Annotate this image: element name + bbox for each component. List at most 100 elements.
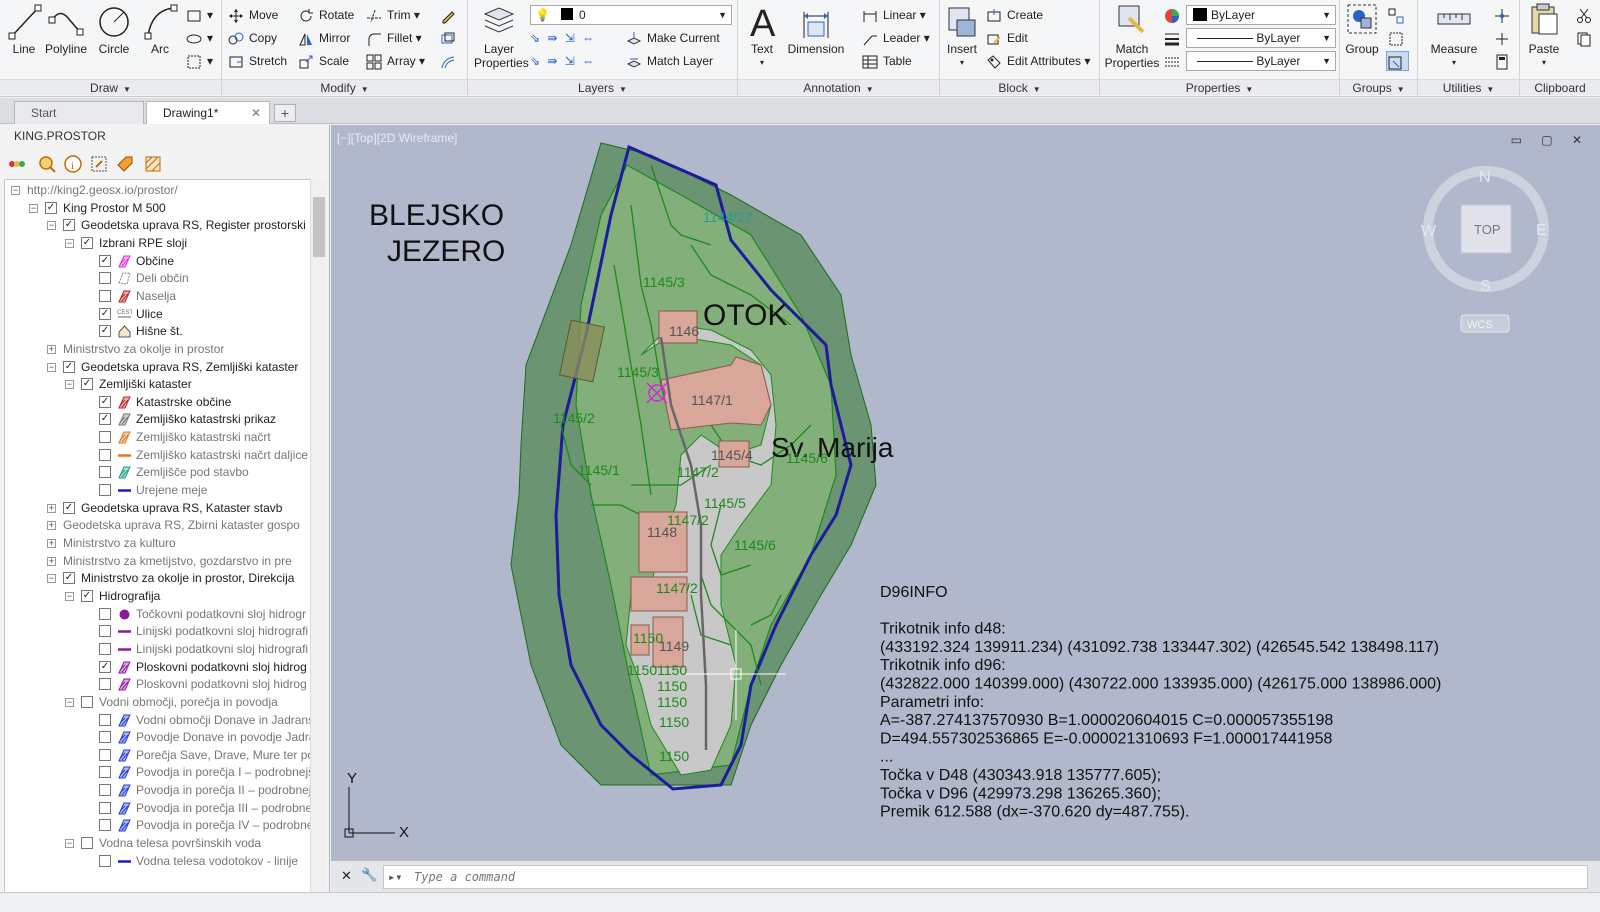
- new-tab-button[interactable]: +: [274, 104, 296, 122]
- tree-row[interactable]: ✓ Občine: [5, 253, 315, 270]
- explode-button[interactable]: [440, 28, 461, 48]
- tree-row[interactable]: − ✓ Zemljiški kataster: [5, 376, 315, 393]
- collapse-icon[interactable]: −: [47, 574, 56, 584]
- tree-row[interactable]: Porečja Save, Drave, Mure ter pov: [5, 747, 320, 764]
- tree-row[interactable]: ✓ Hišne št.: [5, 323, 315, 340]
- trim-button[interactable]: Trim ▾: [366, 5, 420, 25]
- tree-row[interactable]: Povodja in porečja II – podrobnej: [5, 782, 315, 799]
- tree-row[interactable]: − Vodna telesa površinskih voda: [5, 835, 315, 852]
- tree-row[interactable]: − ✓ Geodetska uprava RS, Zemljiški kataste…: [5, 359, 315, 376]
- tree-row[interactable]: + Ministrstvo za kmetijstvo, gozdarstvo i…: [5, 553, 315, 570]
- layers-panel-title[interactable]: Layers ▼: [468, 79, 737, 95]
- layer-checkbox[interactable]: [99, 748, 111, 761]
- tree-row[interactable]: ✓ Zemljiško katastrski prikaz: [5, 411, 315, 428]
- move-button[interactable]: Move: [228, 5, 278, 25]
- layer-checkbox[interactable]: ✓: [99, 660, 111, 673]
- group-selection-toggle[interactable]: [1386, 51, 1409, 71]
- layer-tools-row-1[interactable]: ⇘ ⇛ ⇲ ⇔: [530, 28, 596, 48]
- tab-start[interactable]: Start: [14, 101, 144, 124]
- tree-row[interactable]: Povodja in porečja I – podrobnejš: [5, 764, 315, 781]
- lineweight-dropdown[interactable]: ByLayer ▼: [1186, 28, 1336, 48]
- tree-row[interactable]: + Ministrstvo za okolje in prostor: [5, 341, 315, 358]
- tree-row[interactable]: Deli občin: [5, 270, 315, 287]
- layer-checkbox[interactable]: ✓: [99, 413, 111, 426]
- layer-checkbox[interactable]: [81, 837, 93, 850]
- tree-row[interactable]: Vodna telesa vodotokov - linije: [5, 853, 315, 870]
- close-icon[interactable]: ✕: [341, 868, 352, 884]
- layer-checkbox[interactable]: ✓: [99, 254, 111, 267]
- tree-row[interactable]: Povodje Donave in povodje Jadra: [5, 729, 315, 746]
- collapse-icon[interactable]: −: [11, 186, 20, 195]
- layer-checkbox[interactable]: [99, 431, 111, 444]
- tab-drawing1[interactable]: Drawing1* ✕: [146, 101, 270, 124]
- tree-row[interactable]: ✓ Ploskovni podatkovni sloj hidrog: [5, 659, 315, 676]
- expand-icon[interactable]: +: [47, 521, 56, 531]
- layer-checkbox[interactable]: [99, 448, 111, 461]
- modify-panel-title[interactable]: Modify ▼: [222, 79, 467, 95]
- properties-panel-title[interactable]: Properties ▼: [1100, 79, 1339, 95]
- id-point-button[interactable]: [1494, 5, 1515, 25]
- tree-row[interactable]: Zemljiško katastrski načrt daljice: [5, 447, 315, 464]
- ellipse-button[interactable]: ▾: [186, 28, 213, 48]
- layer-checkbox[interactable]: ✓: [99, 395, 111, 408]
- draw-panel-title[interactable]: Draw ▼: [0, 79, 221, 95]
- command-input[interactable]: ▸▾ Type a command: [383, 865, 1588, 889]
- layer-checkbox[interactable]: [99, 642, 111, 655]
- scale-button[interactable]: Scale: [298, 51, 349, 71]
- layer-checkbox[interactable]: ✓: [45, 201, 57, 214]
- layer-checkbox[interactable]: ✓: [81, 589, 93, 602]
- copy-clip-button[interactable]: [1576, 28, 1597, 48]
- tree-row[interactable]: − ✓ Ministrstvo za okolje in prostor, Dire…: [5, 570, 315, 587]
- collapse-icon[interactable]: −: [65, 697, 74, 707]
- collapse-icon[interactable]: −: [47, 362, 56, 372]
- tree-row[interactable]: − ✓ Izbrani RPE sloji: [5, 235, 315, 252]
- layer-checkbox[interactable]: [99, 289, 111, 302]
- layer-checkbox[interactable]: [99, 678, 111, 691]
- collapse-icon[interactable]: −: [29, 203, 38, 213]
- measure-button[interactable]: Measure ▾: [1426, 2, 1482, 70]
- layer-dropdown[interactable]: 💡 0 ▼: [530, 5, 732, 25]
- collapse-icon[interactable]: −: [65, 238, 74, 248]
- tree-row[interactable]: − ✓ Hidrografija: [5, 588, 315, 605]
- layer-checkbox[interactable]: [99, 607, 111, 620]
- close-tab-icon[interactable]: ✕: [251, 102, 261, 124]
- locate-point-button[interactable]: [1494, 28, 1515, 48]
- block-panel-title[interactable]: Block ▼: [940, 79, 1099, 95]
- copy-button[interactable]: Copy: [228, 28, 277, 48]
- dimension-button[interactable]: Dimension: [784, 2, 848, 56]
- tree-row[interactable]: Povodja in porečja III – podrobne: [5, 800, 315, 817]
- layer-checkbox[interactable]: ✓: [63, 360, 75, 373]
- layer-checkbox[interactable]: ✓: [63, 572, 75, 585]
- layer-checkbox[interactable]: [99, 731, 111, 744]
- layer-checkbox[interactable]: ✓: [81, 236, 93, 249]
- collapse-icon[interactable]: −: [65, 839, 74, 849]
- collapse-icon[interactable]: −: [65, 591, 74, 601]
- text-button[interactable]: A Text ▾: [744, 2, 780, 70]
- layer-checkbox[interactable]: [99, 484, 111, 497]
- tree-vertical-scrollbar[interactable]: [310, 179, 326, 893]
- rectangle-button[interactable]: ▾: [186, 5, 213, 25]
- layer-checkbox[interactable]: ✓: [81, 378, 93, 391]
- layer-checkbox[interactable]: [99, 766, 111, 779]
- tree-row[interactable]: Ploskovni podatkovni sloj hidrog: [5, 676, 315, 693]
- tree-row[interactable]: − ✓ Geodetska uprava RS, Register prostors…: [5, 217, 315, 234]
- tree-row[interactable]: + Geodetska uprava RS, Zbirni kataster go…: [5, 517, 315, 534]
- tree-row[interactable]: Naselja: [5, 288, 315, 305]
- expand-icon[interactable]: +: [47, 539, 56, 548]
- select-area-icon[interactable]: [90, 155, 108, 173]
- tree-row[interactable]: Zemljišče pod stavbo: [5, 464, 315, 481]
- create-block-button[interactable]: Create: [986, 5, 1043, 25]
- traffic-light-icon[interactable]: [8, 155, 26, 173]
- mirror-button[interactable]: Mirror: [298, 28, 350, 48]
- tree-row[interactable]: Zemljiško katastrski načrt: [5, 429, 315, 446]
- layer-checkbox[interactable]: [99, 625, 111, 638]
- erase-button[interactable]: [440, 5, 461, 25]
- groups-panel-title[interactable]: Groups ▼: [1340, 79, 1417, 95]
- tree-row[interactable]: ✓ CEST Ulice: [5, 306, 315, 323]
- tree-row[interactable]: Povodja in porečja IV – podrobne: [5, 817, 315, 834]
- rotate-button[interactable]: Rotate: [298, 5, 354, 25]
- layer-checkbox[interactable]: [99, 713, 111, 726]
- layer-tools-row-2[interactable]: ⇘ ⇛ ⇲ ⇔: [530, 51, 596, 71]
- layer-checkbox[interactable]: [99, 784, 111, 797]
- ungroup-button[interactable]: [1388, 5, 1409, 25]
